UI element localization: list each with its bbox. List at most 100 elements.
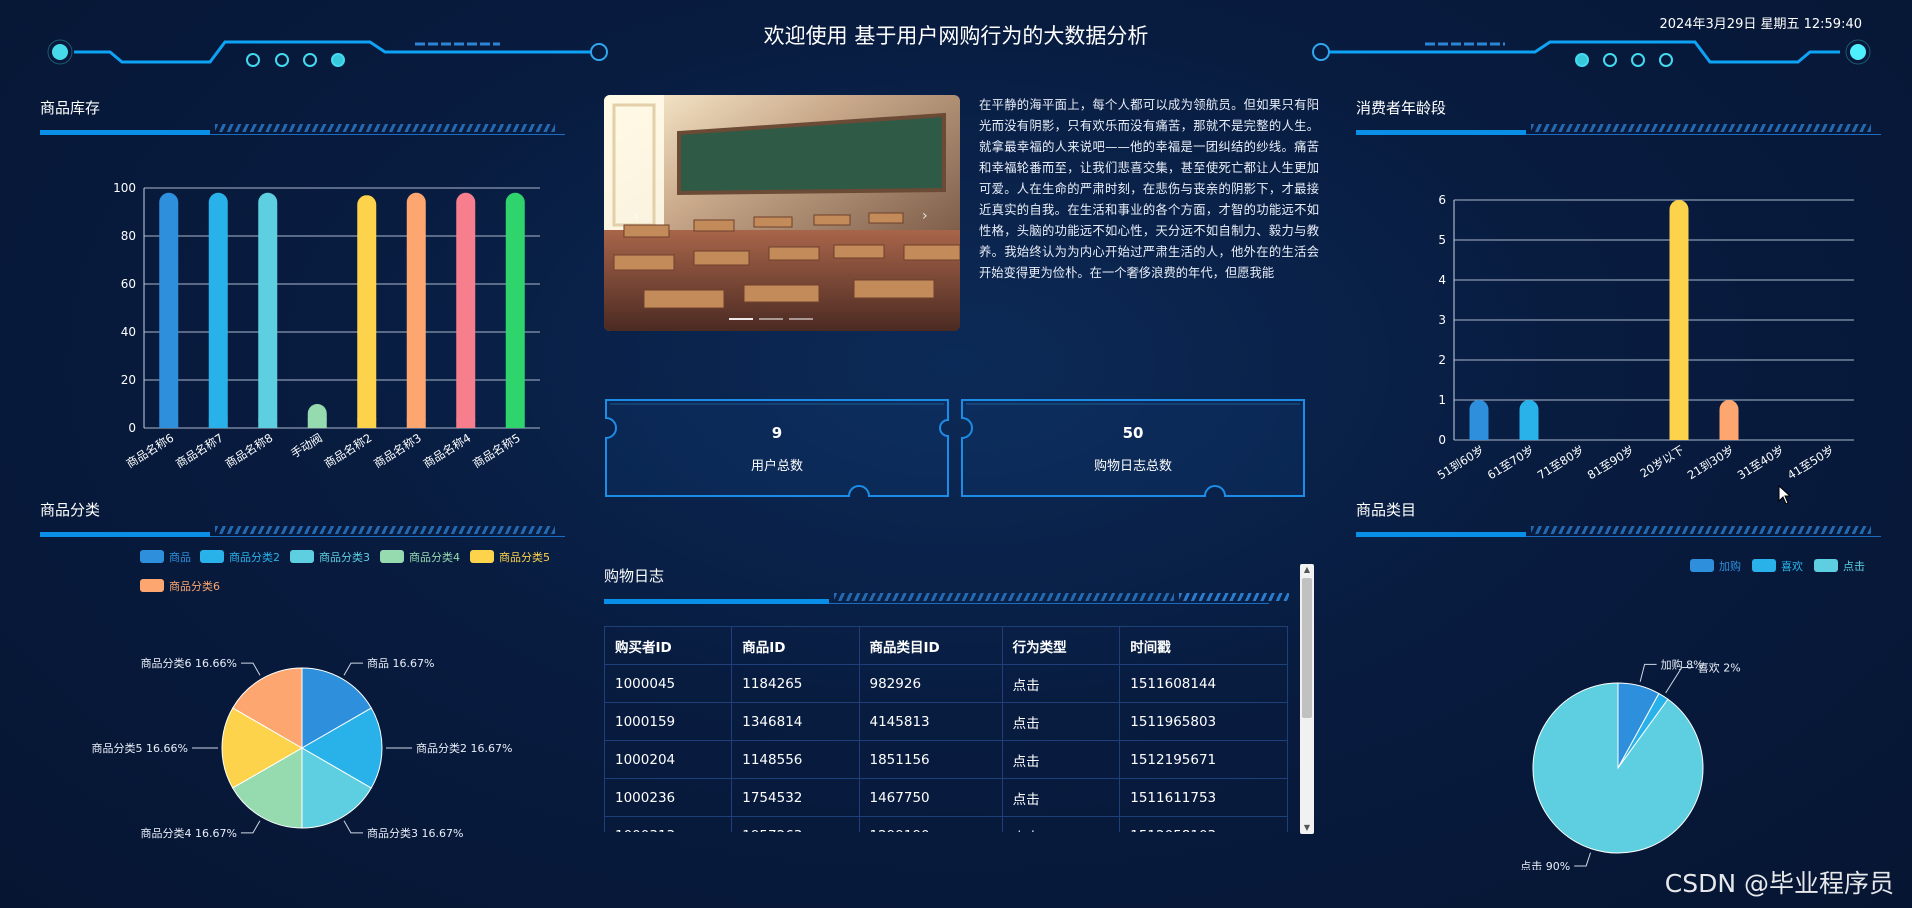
log-count-label: 购物日志总数 <box>1093 459 1172 474</box>
log-panel-title: 购物日志 <box>604 567 665 585</box>
action-type-cell: 点击 <box>1001 702 1121 741</box>
type-legend[interactable]: 加购 喜欢 点击 <box>1690 555 1880 577</box>
user-count-card: 9 用户总数 <box>604 398 950 498</box>
legend-label: 商品分类4 <box>409 550 460 564</box>
inventory-panel-title: 商品库存 <box>40 99 101 117</box>
slice-label: 商品 16.67% <box>367 656 434 670</box>
column-header[interactable]: 商品ID <box>731 626 860 665</box>
scroll-down-icon[interactable]: ▼ <box>1300 822 1314 834</box>
x-tick-label: 51到60岁 <box>1435 443 1487 482</box>
product-id-cell: 1148556 <box>731 740 860 779</box>
bar-base <box>1669 430 1689 440</box>
bar <box>208 192 228 428</box>
column-header[interactable]: 时间戳 <box>1119 626 1288 665</box>
table-row[interactable]: 1000313 1957263 1299190 点击 1512058103 <box>604 816 1288 832</box>
x-tick-label: 41至50岁 <box>1785 443 1837 482</box>
x-tick-label: 71至80岁 <box>1535 443 1587 482</box>
bar <box>505 192 525 428</box>
y-tick-label: 80 <box>121 229 136 243</box>
action-type-cell: 点击 <box>1001 816 1121 832</box>
bar-base <box>208 418 228 428</box>
y-tick-label: 5 <box>1438 233 1446 247</box>
bar-base <box>357 418 377 428</box>
column-header[interactable]: 行为类型 <box>1001 626 1121 665</box>
legend-label: 商品分类6 <box>169 579 220 593</box>
svg-text:›: › <box>922 208 928 224</box>
legend-swatch <box>1690 559 1714 572</box>
bar-base <box>456 418 476 428</box>
table-row[interactable]: 1000045 1184265 982926 点击 1511608144 <box>604 664 1288 703</box>
log-table: 购买者ID 商品ID 商品类目ID 行为类型 时间戳 1000045 11842… <box>604 626 1288 832</box>
x-tick-label: 商品名称6 <box>124 431 177 470</box>
timestamp-cell: 1511611753 <box>1119 778 1288 817</box>
slice-label: 商品分类6 16.66% <box>141 656 237 670</box>
log-table-container[interactable]: 购买者ID 商品ID 商品类目ID 行为类型 时间戳 1000045 11842… <box>604 626 1288 832</box>
bar <box>357 195 377 428</box>
table-scrollbar[interactable]: ▲ ▼ <box>1300 564 1314 834</box>
category-pie-chart: 商品 16.67% 商品分类2 16.67% 商品分类3 16.67% 商品分类4 1… <box>92 656 513 840</box>
product-id-cell: 1184265 <box>731 664 860 703</box>
y-tick-label: 100 <box>113 181 136 195</box>
legend-label: 商品分类3 <box>319 550 370 564</box>
column-header[interactable]: 购买者ID <box>604 626 733 665</box>
table-row[interactable]: 1000204 1148556 1851156 点击 1512195671 <box>604 740 1288 779</box>
type-panel-title: 商品类目 <box>1356 501 1417 519</box>
slice-label-line <box>241 662 261 676</box>
buyer-id-cell: 1000045 <box>604 664 733 703</box>
log-count-value: 50 <box>1122 424 1144 442</box>
slice-label-line <box>343 820 363 834</box>
slice-label: 商品分类2 16.67% <box>416 741 512 755</box>
scrollbar-thumb[interactable] <box>1302 578 1312 718</box>
slice-label: 商品分类5 16.66% <box>92 741 188 755</box>
age-bar-chart: 0 1 2 3 4 5 6 51到60岁61至70岁71至80岁81至90岁 20岁以下21到3… <box>1435 193 1854 482</box>
y-tick-label: 0 <box>128 421 136 435</box>
log-count-card: 50 购物日志总数 <box>960 398 1306 498</box>
category-legend[interactable]: 商品 商品分类2 商品分类3 商品分类4 商品分类5 商品分类6 <box>130 544 570 594</box>
type-pie-chart: 加购 8%喜欢 2%点击 90% <box>1520 657 1741 870</box>
action-type-cell: 点击 <box>1001 664 1121 703</box>
timestamp-cell: 1512195671 <box>1119 740 1288 779</box>
carousel-image[interactable]: ‹ › <box>604 95 960 331</box>
x-tick-label: 31至40岁 <box>1735 443 1787 482</box>
scroll-up-icon[interactable]: ▲ <box>1300 564 1314 576</box>
product-id-cell: 1957263 <box>731 816 860 832</box>
category-id-cell: 1467750 <box>858 778 1003 817</box>
slice-label: 点击 90% <box>1520 860 1570 870</box>
table-row[interactable]: 1000236 1754532 1467750 点击 1511611753 <box>604 778 1288 817</box>
bar <box>258 192 278 428</box>
timestamp-cell: 1511608144 <box>1119 664 1288 703</box>
bar-base <box>307 418 327 428</box>
y-tick-label: 20 <box>121 373 136 387</box>
card-frame-decoration <box>605 399 949 497</box>
product-id-cell: 1346814 <box>731 702 860 741</box>
x-tick-label: 商品名称2 <box>322 431 375 470</box>
category-panel-title: 商品分类 <box>40 501 101 519</box>
mouse-cursor-icon <box>1778 485 1792 505</box>
legend-swatch <box>470 550 494 563</box>
slice-label: 喜欢 2% <box>1698 661 1741 675</box>
legend-label: 商品 <box>169 550 191 564</box>
x-tick-label: 61至70岁 <box>1485 443 1537 482</box>
legend-label: 喜欢 <box>1781 559 1803 573</box>
buyer-id-cell: 1000159 <box>604 702 733 741</box>
legend-swatch <box>380 550 404 563</box>
column-header[interactable]: 商品类目ID <box>858 626 1003 665</box>
intro-paragraph: 在平静的海平面上，每个人都可以成为领航员。但如果只有阳光而没有阴影，只有欢乐而没… <box>979 98 1319 280</box>
inventory-title-decoration <box>40 124 565 138</box>
slice-label-line <box>1574 852 1591 867</box>
buyer-id-cell: 1000236 <box>604 778 733 817</box>
x-tick-label: 商品名称7 <box>173 431 226 470</box>
bar-base <box>1469 430 1489 440</box>
timestamp-cell: 1512058103 <box>1119 816 1288 832</box>
slice-label-line <box>240 820 261 834</box>
table-row[interactable]: 1000159 1346814 4145813 点击 1511965803 <box>604 702 1288 741</box>
category-title-decoration <box>40 526 565 540</box>
y-tick-label: 4 <box>1438 273 1446 287</box>
category-id-cell: 982926 <box>858 664 1003 703</box>
bar-base <box>159 418 179 428</box>
x-tick-label: 81至90岁 <box>1585 443 1637 482</box>
legend-label: 商品分类2 <box>229 550 280 564</box>
legend-swatch <box>140 550 164 563</box>
bar-base <box>505 418 525 428</box>
bar-base <box>1719 430 1739 440</box>
